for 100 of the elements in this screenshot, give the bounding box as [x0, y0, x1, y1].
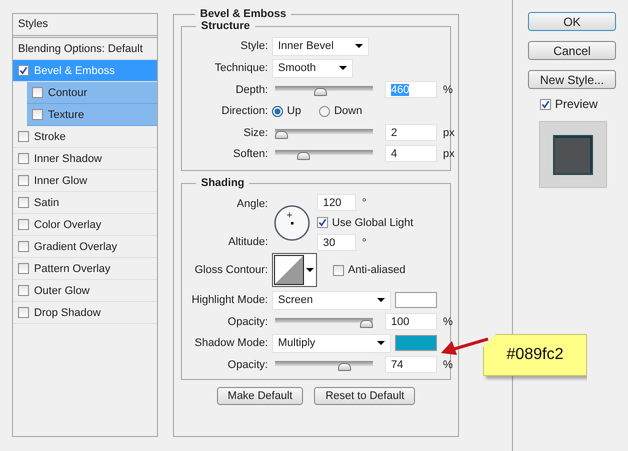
color-swatch[interactable] [395, 335, 437, 351]
number-field[interactable]: 4 [385, 145, 437, 162]
slider-thumb[interactable] [275, 130, 288, 138]
caret-icon [306, 268, 314, 272]
number-field[interactable]: 30 [317, 234, 356, 251]
field-label: Gloss Contour: [194, 264, 268, 276]
checkbox-label: Preview [555, 97, 598, 111]
checkbox[interactable] [32, 109, 43, 120]
number-field[interactable]: 74 [385, 356, 437, 373]
checkbox-label: Anti-aliased [348, 264, 406, 276]
style-item[interactable]: Drop Shadow [13, 302, 157, 324]
color-swatch[interactable] [395, 292, 437, 308]
style-label: Satin [34, 196, 60, 208]
checkbox[interactable] [18, 153, 29, 164]
style-label: Drop Shadow [34, 306, 101, 318]
dropdown[interactable]: Multiply [272, 334, 391, 352]
field-label: Style: [239, 40, 268, 52]
checkbox[interactable] [540, 98, 551, 110]
field-label: Altitude: [227, 236, 268, 248]
checkbox[interactable] [18, 219, 29, 230]
style-item[interactable]: Texture [27, 104, 157, 126]
caret-icon [377, 298, 385, 302]
style-item[interactable]: Inner Glow [13, 170, 157, 192]
checkbox[interactable] [18, 307, 29, 318]
group-title: Structure [200, 20, 251, 32]
contour-picker[interactable] [272, 253, 317, 287]
caret-icon [339, 66, 347, 70]
checkbox[interactable] [317, 217, 328, 228]
callout-note: #089fc2 [483, 334, 587, 376]
unit-label: % [443, 358, 453, 370]
style-label: Bevel & Emboss [34, 64, 115, 76]
field-label: Opacity: [226, 316, 268, 328]
unit-label: ° [362, 196, 366, 208]
number-field[interactable]: 2 [385, 124, 437, 141]
group-title: Shading [200, 177, 246, 189]
panel-header: Styles [13, 14, 157, 38]
checkbox[interactable] [18, 285, 29, 296]
dropdown[interactable]: Smooth [272, 58, 353, 78]
style-label: Inner Shadow [34, 152, 102, 164]
dropdown[interactable]: Inner Bevel [272, 36, 369, 56]
radio-button[interactable] [319, 106, 330, 116]
field-label: Angle: [236, 198, 268, 210]
slider-thumb[interactable] [314, 88, 328, 96]
radio-button[interactable] [272, 106, 283, 116]
style-label: Color Overlay [34, 218, 102, 230]
radio-label: Down [334, 105, 362, 117]
checkbox[interactable] [18, 197, 29, 208]
unit-label: ° [362, 236, 366, 248]
dialog-button[interactable]: Reset to Default [314, 387, 416, 405]
dialog-button[interactable]: New Style... [528, 70, 616, 89]
field-label: Technique: [214, 62, 268, 74]
style-item[interactable]: Contour [27, 82, 157, 104]
unit-label: px [443, 148, 455, 160]
style-label: Contour [48, 86, 88, 98]
field-label: Shadow Mode: [194, 337, 268, 349]
field-label: Size: [242, 126, 268, 138]
unit-label: % [443, 316, 453, 328]
checkbox[interactable] [333, 264, 344, 276]
checkbox[interactable] [18, 263, 29, 274]
checkbox[interactable] [32, 87, 43, 98]
style-item[interactable]: Color Overlay [13, 214, 157, 236]
checkbox[interactable] [18, 65, 29, 76]
slider-thumb[interactable] [338, 362, 351, 370]
unit-label: px [443, 126, 455, 138]
style-label: Stroke [34, 130, 66, 142]
field-label: Highlight Mode: [190, 294, 268, 306]
style-item[interactable]: Inner Shadow [13, 148, 157, 170]
unit-label: % [443, 84, 453, 96]
radio-label: Up [287, 105, 302, 117]
number-field[interactable]: 100 [385, 313, 437, 330]
field-label: Depth: [234, 84, 268, 96]
number-field[interactable]: 120 [317, 194, 356, 211]
checkbox[interactable] [18, 131, 29, 142]
pointer-arrow [440, 336, 490, 358]
style-label: Texture [48, 108, 84, 120]
caret-icon [355, 44, 363, 48]
field-label: Direction: [220, 105, 268, 117]
style-item[interactable]: Stroke [13, 126, 157, 148]
style-item[interactable]: Pattern Overlay [13, 258, 157, 280]
dialog-button[interactable]: Cancel [528, 41, 616, 60]
style-item[interactable]: Satin [13, 192, 157, 214]
dialog-button[interactable]: Make Default [216, 387, 304, 405]
field-label: Soften: [232, 148, 268, 160]
field-label: Opacity: [226, 358, 268, 370]
style-item[interactable]: Outer Glow [13, 280, 157, 302]
checkbox-label: Use Global Light [332, 216, 414, 228]
dropdown[interactable]: Screen [272, 290, 391, 310]
slider-thumb[interactable] [360, 320, 373, 328]
angle-dial[interactable] [273, 204, 311, 242]
style-label: Gradient Overlay [34, 240, 118, 252]
style-label: Pattern Overlay [34, 262, 110, 274]
caret-icon [377, 341, 385, 345]
slider-thumb[interactable] [297, 152, 310, 160]
style-label: Inner Glow [34, 174, 88, 186]
checkbox[interactable] [18, 241, 29, 252]
style-label: Outer Glow [34, 284, 90, 296]
dialog-button[interactable]: OK [528, 12, 616, 31]
checkbox[interactable] [18, 175, 29, 186]
style-item[interactable]: Gradient Overlay [13, 236, 157, 258]
preview-thumbnail [539, 121, 607, 188]
